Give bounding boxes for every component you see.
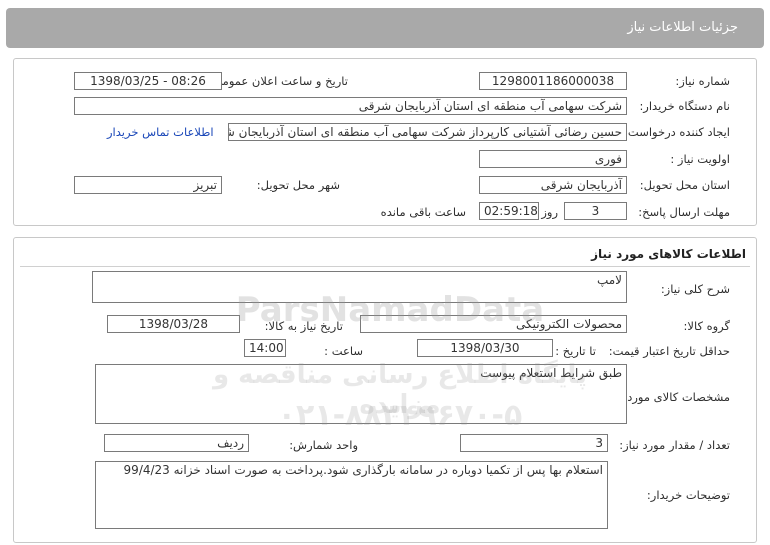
priority-label: اولویت نیاز :: [670, 152, 730, 166]
notes-label: توضیحات خریدار:: [646, 488, 730, 502]
section-divider: [20, 266, 750, 267]
requester-field[interactable]: حسین رضائی آشتیانی کارپرداز شرکت سهامی آ…: [228, 123, 627, 141]
watermark-line2: ۰۲۱-۸۸۳۴۹۶۷۰-۵: [277, 398, 523, 433]
goods-section-title: اطلاعات کالاهای مورد نیاز: [591, 247, 746, 261]
announce-label: تاریخ و ساعت اعلان عمومی:: [209, 74, 348, 88]
province-label: استان محل تحویل:: [639, 178, 730, 192]
buyer-label: نام دستگاه خریدار:: [639, 99, 730, 113]
qty-label: تعداد / مقدار مورد نیاز:: [619, 438, 730, 452]
requester-label: ایجاد کننده درخواست:: [624, 125, 730, 139]
page-title: جزئیات اطلاعات نیاز: [627, 20, 738, 35]
priority-field[interactable]: فوری: [479, 150, 627, 168]
need-info-panel: شماره نیاز: 1298001186000038 تاریخ و ساع…: [13, 58, 757, 226]
unit-field[interactable]: ردیف: [104, 434, 249, 452]
buyer-field[interactable]: شرکت سهامی آب منطقه ای استان آذربایجان ش…: [74, 97, 627, 115]
city-label: شهر محل تحویل:: [256, 178, 340, 192]
city-field[interactable]: تبریز: [74, 176, 222, 194]
price-valid-label: حداقل تاریخ اعتبار قیمت:: [608, 344, 730, 358]
remaining-label: ساعت باقی مانده: [380, 205, 466, 219]
to-date-field[interactable]: 1398/03/30: [417, 339, 553, 357]
watermark-brand: ParsNamadData: [235, 290, 545, 330]
time-remaining-field[interactable]: 02:59:18: [479, 202, 539, 220]
need-number-field[interactable]: 1298001186000038: [479, 72, 627, 90]
announce-field[interactable]: 1398/03/25 - 08:26: [74, 72, 222, 90]
desc-label: شرح کلی نیاز:: [660, 282, 730, 296]
page-header: جزئیات اطلاعات نیاز: [6, 8, 764, 48]
qty-field[interactable]: 3: [460, 434, 608, 452]
need-number-label: شماره نیاز:: [675, 74, 730, 88]
days-field[interactable]: 3: [564, 202, 627, 220]
province-field[interactable]: آذربایجان شرقی: [479, 176, 627, 194]
contact-buyer-link[interactable]: اطلاعات تماس خریدار: [107, 125, 214, 139]
to-date-label: تا تاریخ :: [555, 344, 596, 358]
hour-label: ساعت :: [324, 344, 363, 358]
unit-label: واحد شمارش:: [289, 438, 358, 452]
hour-field[interactable]: 14:00: [244, 339, 286, 357]
group-label: گروه کالا:: [683, 319, 730, 333]
deadline-label: مهلت ارسال پاسخ:: [638, 205, 730, 219]
notes-field[interactable]: استعلام بها پس از تکمیا دوباره در سامانه…: [95, 461, 608, 529]
